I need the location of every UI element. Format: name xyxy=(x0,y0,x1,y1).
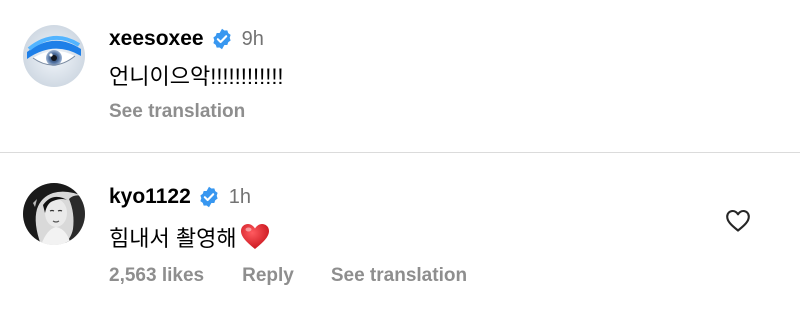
username[interactable]: xeesoxee xyxy=(109,27,204,51)
avatar[interactable] xyxy=(23,25,85,87)
likes-count[interactable]: 2,563 likes xyxy=(109,265,204,287)
avatar[interactable] xyxy=(23,183,85,245)
comment-timestamp: 1h xyxy=(228,185,251,208)
heart-outline-icon xyxy=(726,209,750,232)
comment-actions: See translation xyxy=(109,99,245,125)
comment-item: xeesoxee 9h 언니이으악!!!!!!!!!!!! See transl… xyxy=(0,0,800,152)
comment-text: 언니이으악!!!!!!!!!!!! xyxy=(109,59,284,91)
username[interactable]: kyo1122 xyxy=(109,185,191,209)
comment-header: kyo1122 1h xyxy=(109,182,251,212)
black-white-portrait-avatar-icon xyxy=(23,183,85,245)
comment-item: kyo1122 1h 힘내서 촬영해 2,563 likes Reply See… xyxy=(0,153,800,321)
comment-text-content: 힘내서 촬영해 xyxy=(109,226,237,251)
comment-text-content: 언니이으악!!!!!!!!!!!! xyxy=(109,64,284,89)
blue-eye-avatar-icon xyxy=(23,25,85,87)
see-translation-button[interactable]: See translation xyxy=(331,265,467,287)
red-heart-emoji-icon xyxy=(240,223,270,251)
comment-actions: 2,563 likes Reply See translation xyxy=(109,263,467,289)
comment-text: 힘내서 촬영해 xyxy=(109,220,270,254)
comment-timestamp: 9h xyxy=(241,27,264,50)
see-translation-button[interactable]: See translation xyxy=(109,101,245,123)
reply-button[interactable]: Reply xyxy=(242,265,294,287)
like-button[interactable] xyxy=(725,208,751,234)
comment-header: xeesoxee 9h xyxy=(109,24,264,54)
verified-badge-icon xyxy=(211,28,233,50)
verified-badge-icon xyxy=(198,186,220,208)
